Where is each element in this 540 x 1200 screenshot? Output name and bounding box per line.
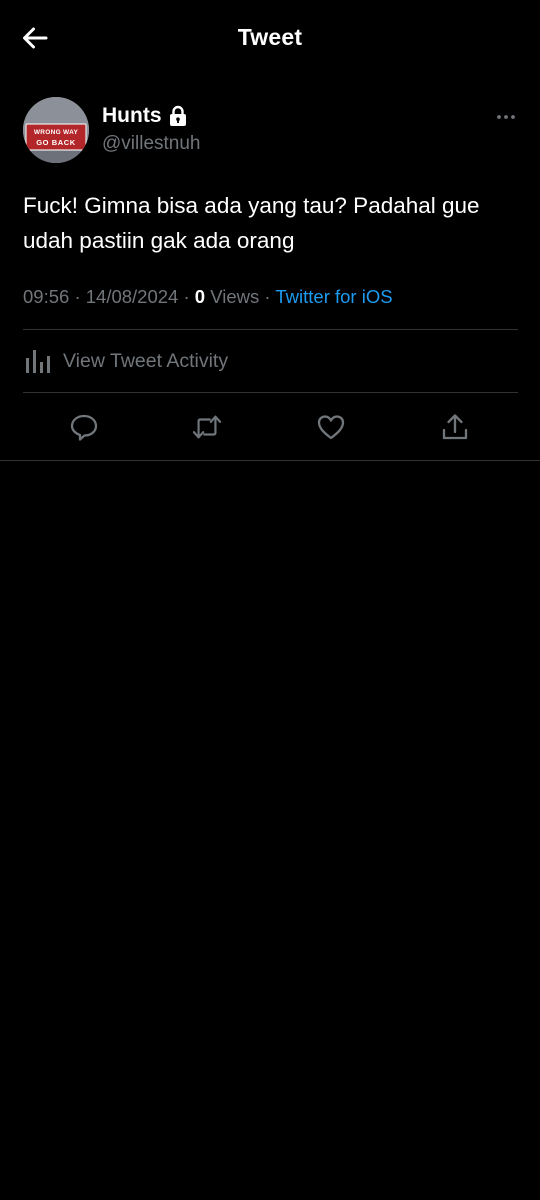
tweet-metadata: 09:56 · 14/08/2024 · 0 Views · Twitter f… <box>23 286 393 308</box>
name-row: Hunts <box>102 104 187 128</box>
separator: · <box>74 286 81 307</box>
views-label: Views <box>210 286 260 307</box>
avatar-sign-line-2: GO BACK <box>36 138 76 147</box>
tweet-source-link[interactable]: Twitter for iOS <box>275 286 392 307</box>
divider <box>23 392 518 393</box>
separator: · <box>183 286 190 307</box>
bar-chart-icon <box>23 348 53 374</box>
tweet-author: WRONG WAY GO BACK Hunts @villestnuh <box>23 97 518 163</box>
reply-button[interactable] <box>69 412 99 442</box>
views-count: 0 <box>194 286 206 307</box>
tweet-date: 14/08/2024 <box>85 286 179 307</box>
user-handle[interactable]: @villestnuh <box>102 133 201 155</box>
reply-icon <box>70 414 98 441</box>
display-name[interactable]: Hunts <box>102 104 162 128</box>
tweet-text: Fuck! Gimna bisa ada yang tau? Padahal g… <box>23 193 480 253</box>
tweet-time: 09:56 <box>23 286 70 307</box>
avatar[interactable]: WRONG WAY GO BACK <box>23 97 89 163</box>
more-horizontal-icon <box>497 115 515 119</box>
avatar-sign-line-1: WRONG WAY <box>34 129 79 136</box>
like-button[interactable] <box>316 412 346 442</box>
top-bar: Tweet <box>0 0 540 76</box>
divider <box>0 460 540 461</box>
share-button[interactable] <box>440 412 470 442</box>
retweet-button[interactable] <box>192 412 222 442</box>
retweet-icon <box>192 415 222 439</box>
more-options-button[interactable] <box>494 107 518 127</box>
tweet-action-bar <box>0 394 540 460</box>
lock-icon <box>169 105 187 127</box>
share-icon <box>442 414 468 440</box>
separator: · <box>264 286 271 307</box>
divider <box>23 329 518 330</box>
activity-label: View Tweet Activity <box>63 349 229 372</box>
view-tweet-activity-button[interactable]: View Tweet Activity <box>23 331 518 391</box>
page-title: Tweet <box>237 24 303 50</box>
heart-icon <box>317 415 345 440</box>
